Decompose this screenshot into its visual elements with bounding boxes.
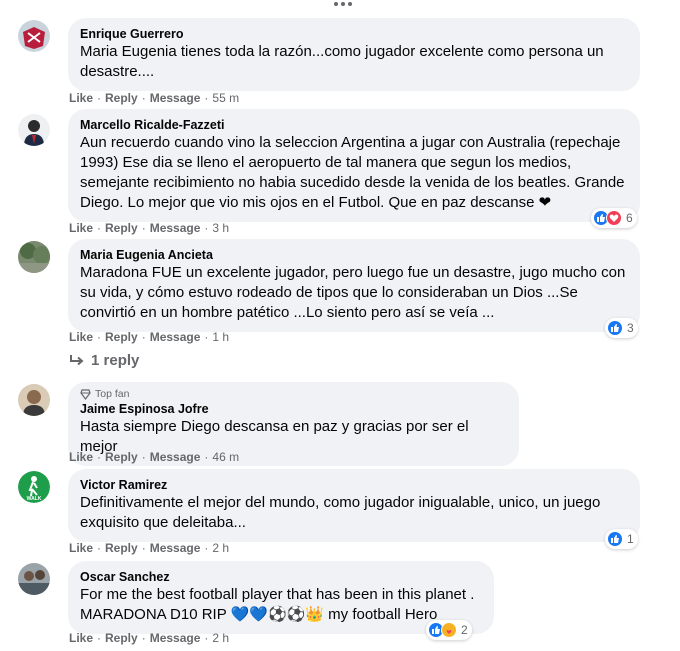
like-button[interactable]: Like [69,221,93,235]
reaction-count: 6 [626,211,633,225]
comment-bubble: Victor Ramirez Definitivamente el mejor … [68,469,640,542]
separator: · [141,450,146,464]
comment-actions: Like · Reply · Message · 2 h [69,631,229,645]
reply-button[interactable]: Reply [105,221,138,235]
separator: · [204,330,209,344]
separator: · [97,541,102,555]
separator: · [204,541,209,555]
comment-text: Maria Eugenia tienes toda la razón...com… [80,43,608,80]
separator: · [141,330,146,344]
top-fan-badge: Top fan [80,387,507,401]
reply-button[interactable]: Reply [105,330,138,344]
like-button[interactable]: Like [69,450,93,464]
like-button[interactable]: Like [69,631,93,645]
comment-author[interactable]: Oscar Sanchez [80,569,482,585]
separator: · [204,221,209,235]
comment-author[interactable]: Victor Ramirez [80,477,628,493]
reaction-summary[interactable]: 6 [591,208,637,228]
separator: · [204,91,209,105]
comment-timestamp[interactable]: 3 h [212,221,229,235]
comment-author[interactable]: Maria Eugenia Ancieta [80,247,628,263]
reaction-summary[interactable]: 2 [426,620,472,640]
comment-author[interactable]: Jaime Espinosa Jofre [80,401,507,417]
comment-actions: Like · Reply · Message · 46 m [69,450,239,464]
reaction-count: 3 [627,321,634,335]
reply-button[interactable]: Reply [105,91,138,105]
reply-arrow-icon [70,354,84,365]
separator: · [97,221,102,235]
comment-actions: Like · Reply · Message · 3 h [69,221,229,235]
comment-bubble: Enrique Guerrero Maria Eugenia tienes to… [68,18,640,91]
reaction-count: 1 [627,532,634,546]
care-reaction-icon [441,622,457,638]
comment-author[interactable]: Enrique Guerrero [80,26,628,42]
comment-timestamp[interactable]: 2 h [212,541,229,555]
view-replies-link[interactable]: 1 reply [69,352,139,369]
reaction-count: 2 [461,623,468,637]
replies-count[interactable]: 1 reply [91,352,139,369]
like-reaction-icon [607,320,623,336]
message-button[interactable]: Message [150,330,201,344]
like-button[interactable]: Like [69,541,93,555]
separator: · [141,631,146,645]
separator: · [141,221,146,235]
reply-button[interactable]: Reply [105,541,138,555]
reply-button[interactable]: Reply [105,450,138,464]
avatar[interactable] [18,384,50,416]
avatar[interactable]: WALK [18,471,50,503]
comment-actions: Like · Reply · Message · 55 m [69,91,239,105]
like-button[interactable]: Like [69,330,93,344]
separator: · [97,450,102,464]
comment-text: Maradona FUE un excelente jugador, pero … [80,264,630,321]
separator: · [97,330,102,344]
svg-text:WALK: WALK [27,496,42,502]
message-button[interactable]: Message [150,91,201,105]
reaction-summary[interactable]: 3 [605,318,638,338]
separator: · [141,541,146,555]
message-button[interactable]: Message [150,221,201,235]
comment-timestamp[interactable]: 46 m [212,450,239,464]
message-button[interactable]: Message [150,450,201,464]
comment-bubble: Marcello Ricalde-Fazzeti Aun recuerdo cu… [68,109,640,222]
top-fan-badge-icon [80,388,91,400]
avatar[interactable] [18,241,50,273]
separator: · [97,91,102,105]
comment-text: Aun recuerdo cuando vino la seleccion Ar… [80,134,629,211]
message-button[interactable]: Message [150,541,201,555]
avatar[interactable] [18,563,50,595]
more-options-icon[interactable] [333,0,353,8]
reaction-summary[interactable]: 1 [605,529,638,549]
like-reaction-icon [607,531,623,547]
avatar[interactable] [18,114,50,146]
separator: · [204,631,209,645]
separator: · [204,450,209,464]
comment-text: Definitivamente el mejor del mundo, como… [80,494,605,531]
comment-timestamp[interactable]: 2 h [212,631,229,645]
comment-author[interactable]: Marcello Ricalde-Fazzeti [80,117,628,133]
message-button[interactable]: Message [150,631,201,645]
love-reaction-icon [606,210,622,226]
comment-timestamp[interactable]: 55 m [212,91,239,105]
separator: · [97,631,102,645]
separator: · [141,91,146,105]
reply-button[interactable]: Reply [105,631,138,645]
avatar[interactable] [18,20,50,52]
comment-actions: Like · Reply · Message · 1 h [69,330,229,344]
like-button[interactable]: Like [69,91,93,105]
comment-bubble: Maria Eugenia Ancieta Maradona FUE un ex… [68,239,640,332]
top-fan-label: Top fan [95,388,130,400]
comment-actions: Like · Reply · Message · 2 h [69,541,229,555]
comment-timestamp[interactable]: 1 h [212,330,229,344]
comment-text: For me the best football player that has… [80,586,479,623]
